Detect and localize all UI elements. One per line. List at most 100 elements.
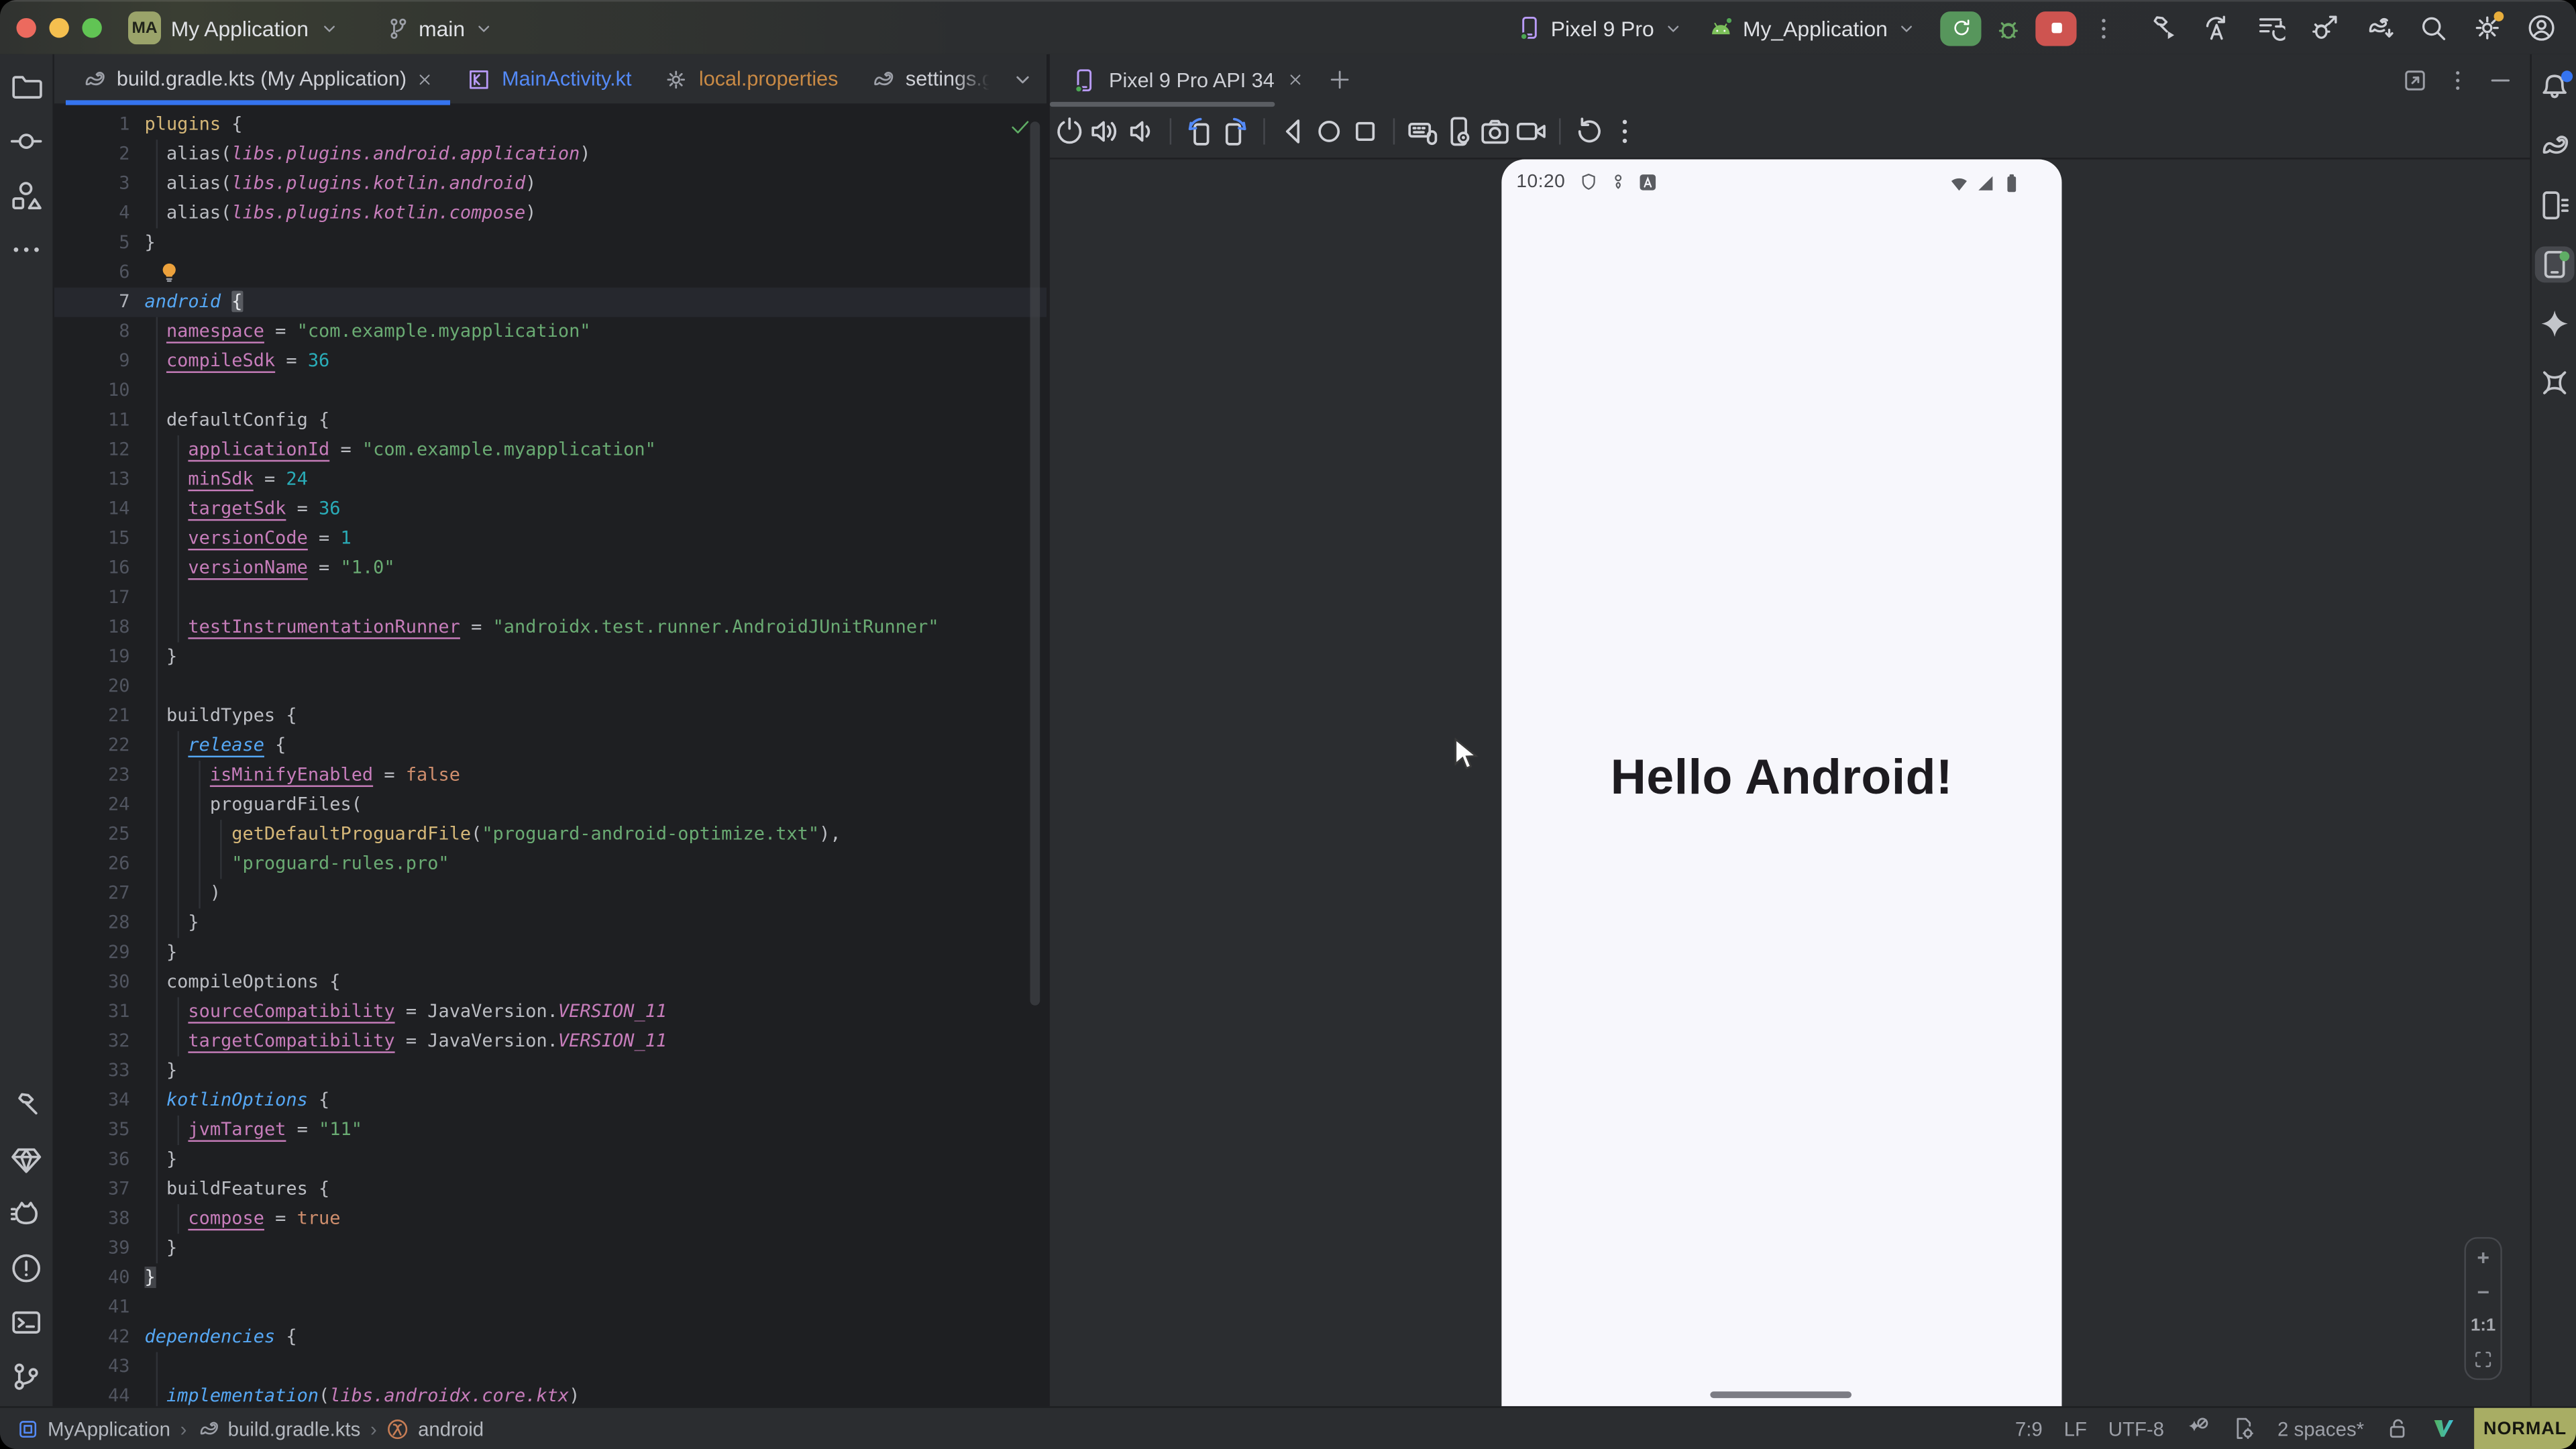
rotate-right-icon[interactable] [1219, 115, 1252, 148]
line-number[interactable]: 9 [54, 347, 130, 376]
line-number[interactable]: 36 [54, 1145, 130, 1175]
line-number[interactable]: 37 [54, 1175, 130, 1204]
code-line[interactable]: 18 testInstrumentationRunner = "androidx… [54, 612, 1046, 642]
project-widget[interactable]: MA My Application [128, 11, 339, 44]
code-line[interactable]: 42dependencies { [54, 1322, 1046, 1352]
zoom-out-button[interactable]: − [2477, 1281, 2489, 1303]
line-number[interactable]: 41 [54, 1293, 130, 1322]
code-line[interactable]: 4 alias(libs.plugins.kotlin.compose) [54, 199, 1046, 228]
run-button[interactable] [1940, 11, 1981, 45]
code-line[interactable]: 7android { [54, 288, 1046, 317]
code-line[interactable]: 34 kotlinOptions { [54, 1086, 1046, 1116]
code-line[interactable]: 9 compileSdk = 36 [54, 347, 1046, 376]
gradle-sync-icon[interactable] [2364, 13, 2394, 43]
more-horizontal-icon[interactable] [10, 233, 43, 266]
commit-icon[interactable] [10, 125, 43, 158]
app-insights-icon[interactable] [10, 1143, 43, 1176]
code-line[interactable]: 27 ) [54, 879, 1046, 908]
code-line[interactable]: 10 [54, 376, 1046, 406]
line-number[interactable]: 38 [54, 1204, 130, 1234]
code-line[interactable]: 25 getDefaultProguardFile("proguard-andr… [54, 820, 1046, 849]
code-line[interactable]: 19 } [54, 643, 1046, 672]
code-line[interactable]: 38 compose = true [54, 1204, 1046, 1234]
add-device-tab-icon[interactable] [1327, 67, 1352, 92]
build-run-icon[interactable] [2147, 13, 2177, 43]
code-line[interactable]: 32 targetCompatibility = JavaVersion.VER… [54, 1027, 1046, 1057]
structure-icon[interactable] [10, 179, 43, 212]
status-item[interactable]: 7:9 [2015, 1417, 2043, 1440]
volume-down-icon[interactable] [1126, 115, 1159, 148]
overview-icon[interactable] [1349, 115, 1382, 148]
code-line[interactable]: 31 sourceCompatibility = JavaVersion.VER… [54, 998, 1046, 1027]
home-icon[interactable] [1313, 115, 1346, 148]
search-icon[interactable] [2418, 13, 2448, 43]
minimize-window-button[interactable] [49, 18, 68, 38]
attach-debugger-icon[interactable] [2310, 13, 2339, 43]
editor-tab[interactable]: build.gradle.kts (My Application) [66, 54, 451, 103]
editor-tab[interactable]: settings.g [855, 54, 1010, 103]
screenshot-icon[interactable] [1479, 115, 1511, 148]
line-number[interactable]: 22 [54, 731, 130, 761]
line-number[interactable]: 27 [54, 879, 130, 908]
code-line[interactable]: 3 alias(libs.plugins.kotlin.android) [54, 169, 1046, 199]
code-line[interactable]: 23 isMinifyEnabled = false [54, 761, 1046, 790]
device-selector[interactable]: Pixel 9 Pro [1516, 15, 1683, 41]
code-line[interactable]: 26 "proguard-rules.pro" [54, 849, 1046, 879]
line-number[interactable]: 5 [54, 228, 130, 258]
line-number[interactable]: 7 [54, 288, 130, 317]
line-number[interactable]: 43 [54, 1352, 130, 1382]
line-number[interactable]: 17 [54, 583, 130, 612]
hidden-tabs-dropdown-icon[interactable] [1010, 66, 1034, 91]
code-line[interactable]: 1plugins { [54, 110, 1046, 140]
code-line[interactable]: 13 minSdk = 24 [54, 465, 1046, 494]
unlock-icon[interactable] [2385, 1416, 2410, 1441]
code-line[interactable]: 14 targetSdk = 36 [54, 494, 1046, 524]
vim-icon[interactable] [2431, 1416, 2456, 1441]
breadcrumb-item[interactable]: MyApplication [16, 1417, 170, 1440]
status-item[interactable]: LF [2064, 1417, 2087, 1440]
notifications-tool-button[interactable] [2534, 69, 2574, 105]
line-number[interactable]: 23 [54, 761, 130, 790]
code-line[interactable]: 24 proguardFiles( [54, 790, 1046, 820]
status-item[interactable]: UTF-8 [2108, 1417, 2164, 1440]
line-number[interactable]: 8 [54, 317, 130, 347]
line-number[interactable]: 35 [54, 1116, 130, 1145]
breadcrumb-item[interactable]: android [387, 1417, 484, 1440]
line-number[interactable]: 42 [54, 1322, 130, 1352]
code-line[interactable]: 17 [54, 583, 1046, 612]
line-number[interactable]: 32 [54, 1027, 130, 1057]
line-number[interactable]: 21 [54, 702, 130, 731]
code-line[interactable]: 33 } [54, 1057, 1046, 1086]
rotate-left-icon[interactable] [1183, 115, 1216, 148]
more-vertical-icon[interactable] [2445, 66, 2471, 93]
terminal-icon[interactable] [10, 1306, 43, 1339]
emulator-screen[interactable]: 10:20 Hello Android! [1501, 160, 2061, 1407]
device-ui-settings-icon[interactable] [1442, 115, 1475, 148]
line-number[interactable]: 15 [54, 524, 130, 553]
code-line[interactable]: 11 defaultConfig { [54, 406, 1046, 435]
line-number[interactable]: 19 [54, 643, 130, 672]
code-line[interactable]: 40} [54, 1263, 1046, 1293]
editor-tab[interactable]: MainActivity.kt [451, 54, 648, 103]
build-hammer-icon[interactable] [10, 1089, 43, 1122]
settings-icon[interactable] [2473, 13, 2502, 43]
device-tab[interactable]: Pixel 9 Pro API 34 [1071, 66, 1304, 93]
running-devices-tool-button[interactable] [2534, 246, 2574, 282]
line-number[interactable]: 2 [54, 140, 130, 169]
status-item[interactable]: 2 spaces* [2277, 1417, 2364, 1440]
apply-changes-icon[interactable] [2202, 13, 2231, 43]
stop-button[interactable] [2035, 11, 2076, 45]
code-line[interactable]: 15 versionCode = 1 [54, 524, 1046, 553]
code-line[interactable]: 30 compileOptions { [54, 967, 1046, 997]
line-number[interactable]: 18 [54, 612, 130, 642]
intention-lightbulb-icon[interactable] [158, 261, 180, 284]
code-line[interactable]: 16 versionName = "1.0" [54, 553, 1046, 583]
line-number[interactable]: 1 [54, 110, 130, 140]
line-number[interactable]: 11 [54, 406, 130, 435]
code-line[interactable]: 5} [54, 228, 1046, 258]
zoom-to-fit-icon[interactable] [2473, 1349, 2494, 1371]
line-number[interactable]: 29 [54, 938, 130, 967]
volume-up-icon[interactable] [1089, 115, 1122, 148]
indent-config-icon[interactable] [2231, 1416, 2256, 1441]
ai-sparkle-off-icon[interactable] [2186, 1416, 2210, 1441]
